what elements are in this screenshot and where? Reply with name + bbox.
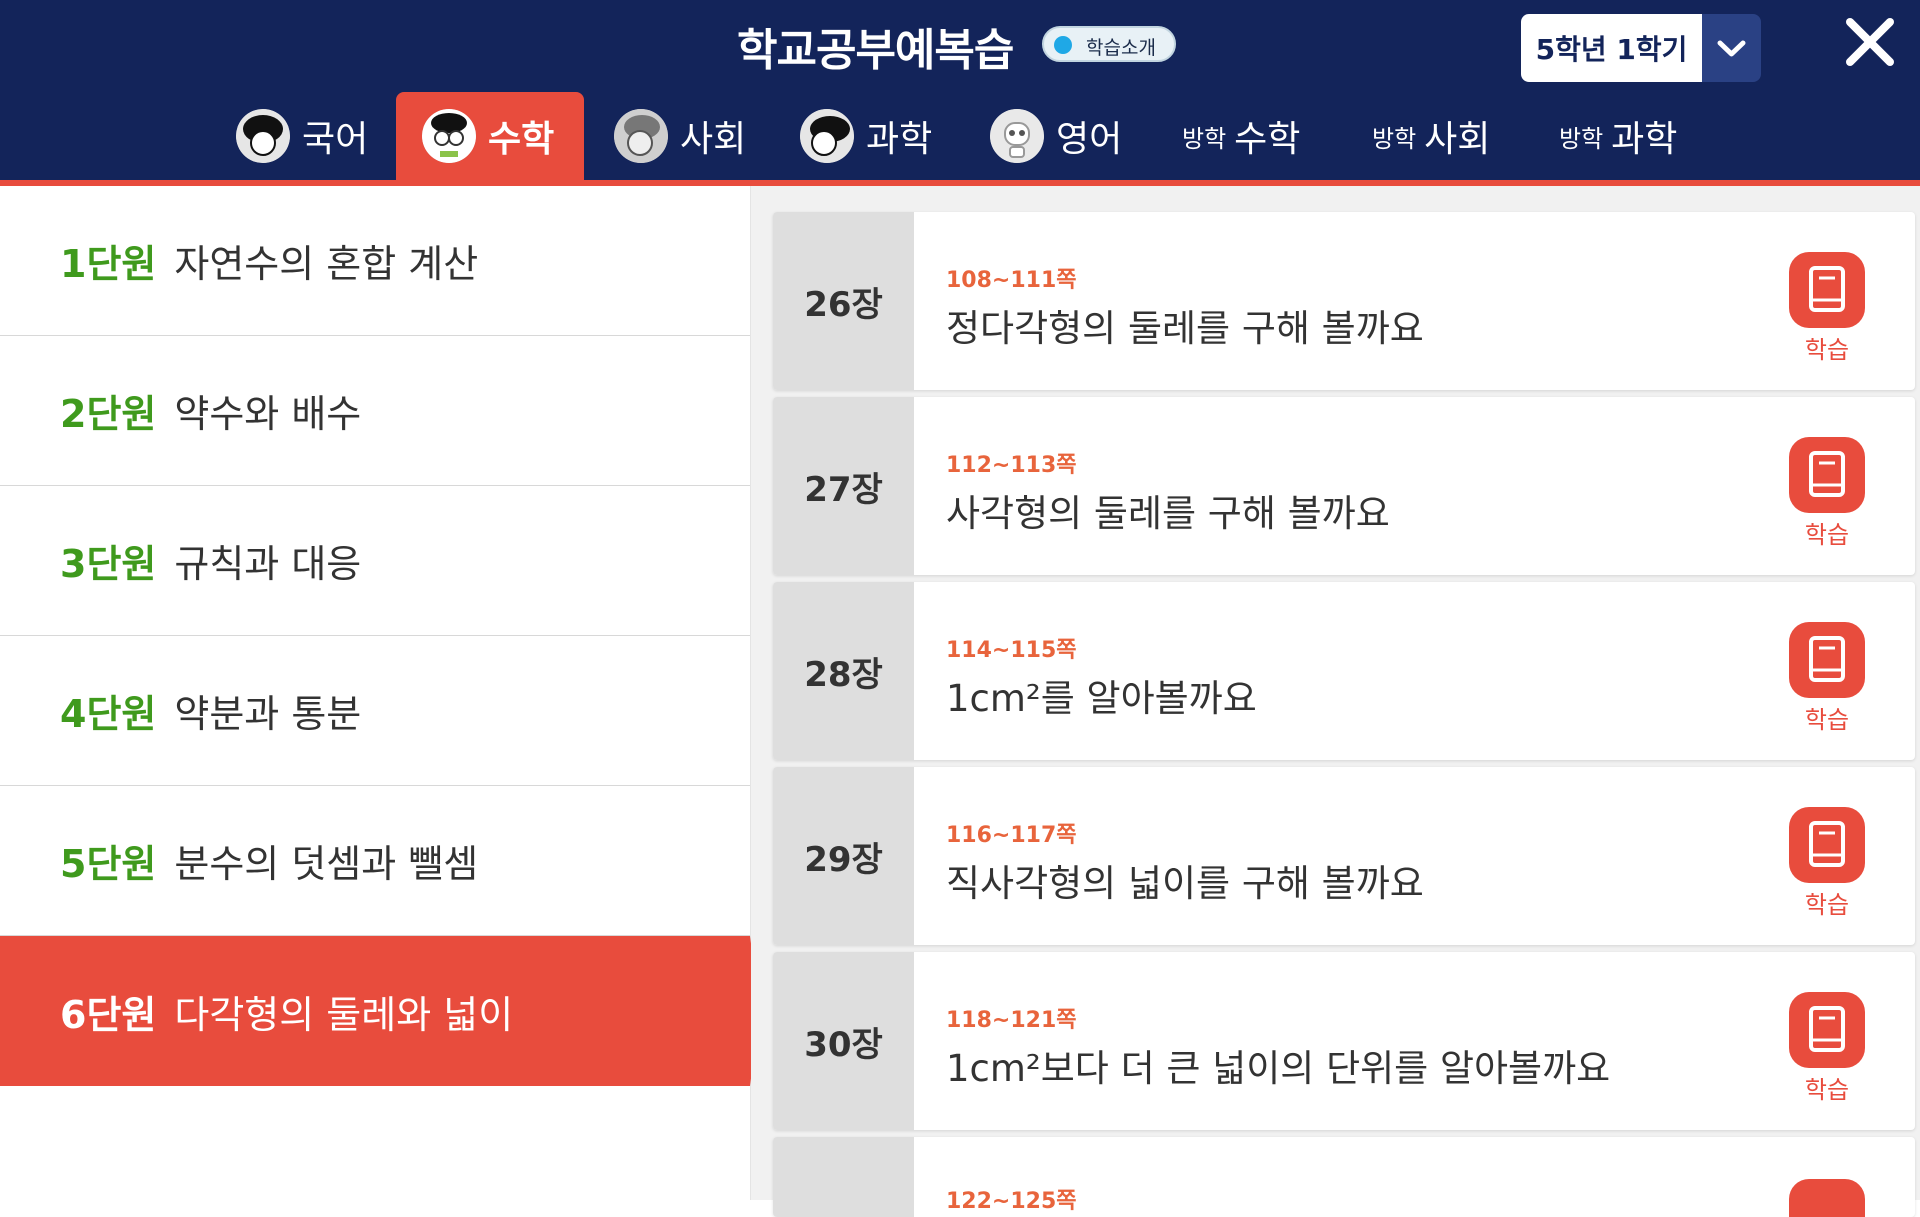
chapter-number: 26장 [773,212,914,390]
unit-name: 자연수의 혼합 계산 [174,242,479,286]
chapter-title: 1cm²보다 더 큰 넓이의 단위를 알아볼까요 [946,1047,1611,1090]
learn-label[interactable]: 학습 [1789,330,1865,365]
chapter-number: 27장 [773,397,914,575]
chapter-card: 28장 114~115쪽 1cm²를 알아볼까요 학습 [773,582,1915,760]
learn-button[interactable] [1789,992,1865,1068]
tab-vacation-science[interactable]: 방학 과학 [1559,92,1709,180]
chapter-pages: 108~111쪽 [946,268,1077,293]
chapter-card: 26장 108~111쪽 정다각형의 둘레를 구해 볼까요 학습 [773,212,1915,390]
grade-dropdown-button[interactable] [1702,14,1761,82]
subject-tabs: 국어 수학 사회 과학 영어 방학 수학 방학 사회 방학 과학 [0,92,1920,180]
book-icon [1809,821,1845,867]
tab-prefix: 방학 [1372,124,1417,153]
chapter-number [773,1137,914,1217]
tab-label: 과학 [866,119,933,160]
chapter-card: 29장 116~117쪽 직사각형의 넓이를 구해 볼까요 학습 [773,767,1915,945]
chapter-title: 정다각형의 둘레를 구해 볼까요 [946,307,1424,350]
tab-vacation-social[interactable]: 방학 사회 [1372,92,1522,180]
chapter-card: 122~125쪽 [773,1137,1915,1217]
learn-button[interactable] [1789,807,1865,883]
tab-label: 국어 [302,119,369,160]
unit-item-active[interactable]: 6단원 다각형의 둘레와 넓이 [0,936,760,1086]
learn-button[interactable] [1789,1179,1865,1217]
app-title: 학교공부예복습 [737,25,1014,76]
intro-label: 학습소개 [1086,37,1156,59]
chapter-title: 1cm²를 알아볼까요 [946,677,1257,720]
chapter-number: 29장 [773,767,914,945]
unit-item[interactable]: 5단원 분수의 덧셈과 뺄셈 [0,786,750,936]
intro-button[interactable]: 학습소개 [1042,26,1176,62]
tab-label: 영어 [1056,119,1123,160]
unit-name: 다각형의 둘레와 넓이 [174,992,514,1037]
chapter-pages: 114~115쪽 [946,638,1077,663]
grade-select[interactable]: 5학년 1학기 [1521,14,1761,82]
chapter-title: 직사각형의 넓이를 구해 볼까요 [946,862,1424,905]
english-robot-avatar-icon [990,109,1044,163]
unit-item[interactable]: 4단원 약분과 통분 [0,636,750,786]
unit-name: 약수와 배수 [174,392,362,436]
tab-math[interactable]: 수학 [396,92,584,180]
chapter-pages: 122~125쪽 [946,1189,1077,1214]
tab-label: 수학 [488,119,555,160]
unit-list: 1단원 자연수의 혼합 계산 2단원 약수와 배수 3단원 규칙과 대응 4단원… [0,186,760,1200]
chevron-down-icon [1717,40,1746,57]
chapter-pages: 118~121쪽 [946,1008,1077,1033]
chapter-pages: 116~117쪽 [946,823,1077,848]
tab-label: 수학 [1234,119,1301,160]
tab-label: 사회 [1424,119,1491,160]
unit-item[interactable]: 1단원 자연수의 혼합 계산 [0,186,750,336]
info-dot-icon [1054,36,1072,54]
chapter-card: 27장 112~113쪽 사각형의 둘레를 구해 볼까요 학습 [773,397,1915,575]
tab-label: 과학 [1611,119,1678,160]
chapter-list: 26장 108~111쪽 정다각형의 둘레를 구해 볼까요 학습 27장 112… [751,186,1920,1217]
unit-number: 5단원 [60,842,157,886]
book-icon [1809,451,1845,497]
tab-english[interactable]: 영어 [990,92,1130,180]
unit-name: 분수의 덧셈과 뺄셈 [174,842,479,886]
unit-item[interactable]: 3단원 규칙과 대응 [0,486,750,636]
unit-number: 1단원 [60,242,157,286]
chapter-number: 30장 [773,952,914,1130]
tab-social[interactable]: 사회 [614,92,754,180]
unit-number: 3단원 [60,542,157,586]
close-icon [1846,18,1894,66]
science-character-avatar-icon [800,109,854,163]
learn-button[interactable] [1789,437,1865,513]
tab-science[interactable]: 과학 [800,92,940,180]
book-icon [1809,636,1845,682]
tab-prefix: 방학 [1559,124,1604,153]
learn-label[interactable]: 학습 [1789,515,1865,550]
tab-korean[interactable]: 국어 [236,92,376,180]
grade-select-value: 5학년 1학기 [1521,14,1702,82]
book-icon [1809,1006,1845,1052]
learn-label[interactable]: 학습 [1789,700,1865,735]
tab-prefix: 방학 [1182,124,1227,153]
learn-button[interactable] [1789,622,1865,698]
learn-label[interactable]: 학습 [1789,885,1865,920]
unit-number: 2단원 [60,392,157,436]
chapter-number: 28장 [773,582,914,760]
chapter-title: 사각형의 둘레를 구해 볼까요 [946,492,1390,535]
unit-number: 6단원 [60,992,157,1037]
chapter-card: 30장 118~121쪽 1cm²보다 더 큰 넓이의 단위를 알아볼까요 학습 [773,952,1915,1130]
math-character-avatar-icon [422,109,476,163]
learn-label[interactable]: 학습 [1789,1070,1865,1105]
tab-vacation-math[interactable]: 방학 수학 [1182,92,1332,180]
top-header: 학교공부예복습 학습소개 5학년 1학기 국어 수학 사회 과학 영어 방학 수… [0,0,1920,180]
unit-name: 약분과 통분 [174,692,362,736]
unit-number: 4단원 [60,692,157,736]
book-icon [1809,266,1845,312]
korean-character-avatar-icon [236,109,290,163]
close-button[interactable] [1840,14,1900,74]
tab-label: 사회 [680,119,747,160]
learn-button[interactable] [1789,252,1865,328]
unit-name: 규칙과 대응 [174,542,362,586]
social-character-avatar-icon [614,109,668,163]
chapter-pages: 112~113쪽 [946,453,1077,478]
unit-item[interactable]: 2단원 약수와 배수 [0,336,750,486]
